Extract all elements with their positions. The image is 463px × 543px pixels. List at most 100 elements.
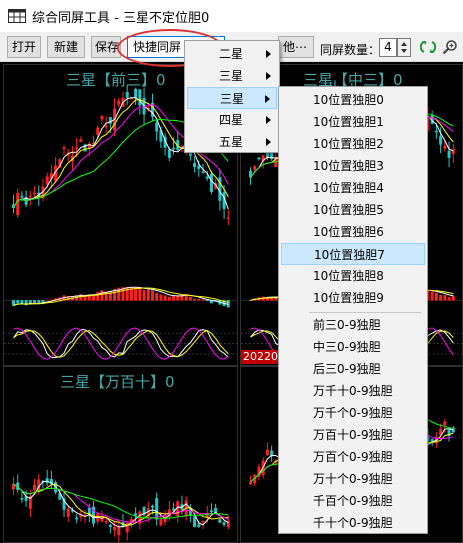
menu-item-position[interactable]: 万十个0-9独胆: [281, 468, 425, 490]
macd-bar: [100, 290, 104, 301]
macd-bar: [155, 292, 159, 301]
menu-item-position[interactable]: 万百十0-9独胆: [281, 424, 425, 446]
macd-bar: [201, 299, 205, 301]
menu-item-position[interactable]: 10位置独胆7: [281, 243, 425, 265]
candle-body: [222, 522, 226, 525]
candle-body: [209, 510, 213, 512]
open-button[interactable]: 打开: [7, 36, 41, 58]
candle-body: [28, 195, 32, 198]
menu-item-position[interactable]: 10位置独胆8: [281, 265, 425, 287]
submenu-arrow-icon: [266, 116, 271, 124]
submenu-arrow-icon: [266, 50, 271, 58]
menu-item-position[interactable]: 后三0-9独胆: [281, 358, 425, 380]
menu-item-position[interactable]: 万百个0-9独胆: [281, 446, 425, 468]
menu-item-label: 万百十0-9独胆: [313, 428, 393, 442]
menu-item-label: 万十个0-9独胆: [313, 472, 393, 486]
candle-body: [96, 127, 100, 135]
menu-item-star[interactable]: 二星: [187, 43, 277, 65]
new-button[interactable]: 新建: [47, 36, 85, 58]
submenu-arrow-icon: [266, 72, 271, 80]
screen-count-input[interactable]: 4: [379, 38, 397, 57]
menu-item-label: 10位置独胆5: [313, 203, 384, 217]
menu-item-star[interactable]: 三星: [187, 65, 277, 87]
candle-body: [447, 150, 451, 158]
menu-item-label: 五星: [219, 135, 244, 149]
menu-item-label: 10位置独胆2: [313, 137, 384, 151]
candle-body: [209, 173, 213, 193]
macd-bar: [167, 297, 171, 301]
macd-bar: [96, 292, 100, 301]
menu-item-label: 10位置独胆0: [313, 93, 384, 107]
menu-item-position[interactable]: 10位置独胆5: [281, 199, 425, 221]
candle-body: [79, 139, 83, 142]
candle-body: [117, 526, 121, 536]
macd-bar: [439, 294, 443, 301]
candle-body: [75, 147, 79, 149]
menu-item-position[interactable]: 10位置独胆4: [281, 177, 425, 199]
macd-bar: [146, 288, 150, 301]
candle-body: [33, 192, 37, 195]
panel-title: 三星【万百十】0: [60, 373, 175, 391]
candle-body: [265, 449, 269, 456]
macd-bar: [163, 295, 167, 301]
macd-bar: [434, 292, 438, 301]
spin-down-icon[interactable]: [401, 49, 407, 53]
candle-body: [20, 498, 24, 500]
menu-item-star[interactable]: 五星: [187, 131, 277, 153]
menu-item-position[interactable]: 千百个0-9独胆: [281, 490, 425, 512]
menu-item-label: 后三0-9独胆: [313, 362, 381, 376]
menu-item-position[interactable]: 10位置独胆1: [281, 111, 425, 133]
candle-body: [104, 126, 108, 128]
macd-bar: [79, 294, 83, 301]
menu-item-star[interactable]: 三星: [187, 87, 277, 109]
macd-bar: [176, 295, 180, 301]
star-submenu: 二星 三星 三星 四星 五星: [184, 40, 280, 153]
macd-bar: [33, 300, 37, 304]
menu-item-position[interactable]: 10位置独胆9: [281, 287, 425, 309]
macd-bar: [41, 300, 45, 303]
candle-body: [75, 517, 79, 520]
menu-item-label: 三星: [220, 92, 245, 106]
macd-bar: [172, 295, 176, 301]
menu-item-position[interactable]: 10位置独胆2: [281, 133, 425, 155]
candle-body: [257, 157, 261, 160]
refresh-icon[interactable]: [420, 39, 436, 55]
candle-body: [125, 92, 129, 98]
menu-item-position[interactable]: 10位置独胆3: [281, 155, 425, 177]
chart-panel-wbs[interactable]: 三星【万百十】0: [3, 366, 238, 543]
menu-item-position[interactable]: 10位置独胆0: [281, 89, 425, 111]
panel-title: 三星【前三】0: [66, 71, 166, 89]
candle-body: [33, 484, 37, 491]
menu-item-position[interactable]: 万千个0-9独胆: [281, 402, 425, 424]
menu-item-label: 四星: [219, 113, 244, 127]
menu-item-star[interactable]: 四星: [187, 109, 277, 131]
candle-body: [100, 116, 104, 120]
screen-count-spinner[interactable]: [397, 38, 411, 57]
candle-body: [134, 513, 138, 516]
menu-separator: [309, 312, 421, 313]
menu-item-label: 10位置独胆8: [313, 269, 384, 283]
menu-item-label: 10位置独胆4: [313, 181, 384, 195]
candle-body: [253, 166, 257, 170]
candle-body: [45, 176, 49, 185]
menu-item-position[interactable]: 中三0-9独胆: [281, 336, 425, 358]
candle-body: [443, 421, 447, 426]
candle-body: [113, 526, 117, 531]
candle-body: [193, 163, 197, 167]
menu-item-label: 10位置独胆6: [313, 225, 384, 239]
macd-bar: [447, 297, 451, 301]
candle-body: [117, 100, 121, 105]
menu-item-position[interactable]: 万千十0-9独胆: [281, 380, 425, 402]
macd-bar: [430, 291, 434, 301]
candle-body: [62, 147, 66, 149]
macd-bar: [159, 294, 163, 301]
window-title: 综合同屏工具 - 三星不定位胆0: [32, 10, 210, 26]
more-button[interactable]: 他⋯: [278, 36, 314, 58]
menu-item-position[interactable]: 前三0-9独胆: [281, 314, 425, 336]
candle-body: [249, 481, 252, 485]
spin-up-icon[interactable]: [401, 42, 407, 46]
menu-item-label: 10位置独胆1: [313, 115, 384, 129]
zoom-icon[interactable]: [442, 39, 458, 55]
menu-item-position[interactable]: 千十个0-9独胆: [281, 512, 425, 534]
menu-item-position[interactable]: 10位置独胆6: [281, 221, 425, 243]
